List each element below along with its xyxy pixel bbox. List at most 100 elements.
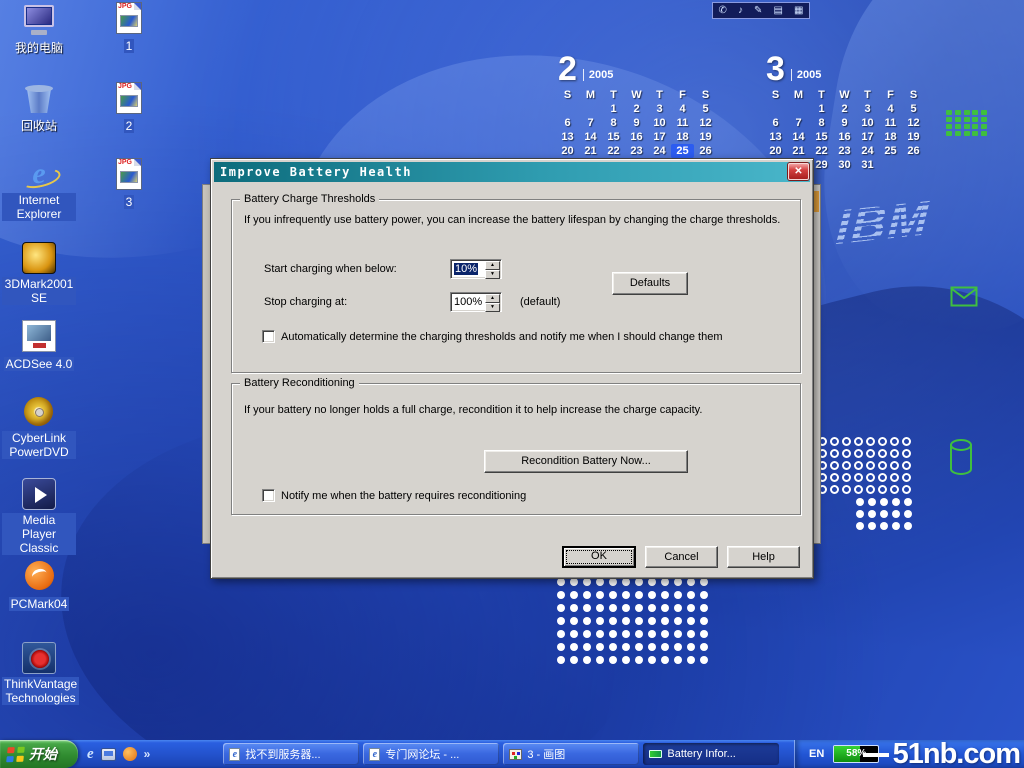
help-button[interactable]: Help xyxy=(727,546,800,568)
taskbar-task-battery-information[interactable]: Battery Infor... xyxy=(643,743,779,765)
phone-icon[interactable]: ✆ xyxy=(719,6,727,16)
calendar-date[interactable]: 1 xyxy=(602,102,625,116)
show-desktop-icon[interactable] xyxy=(101,748,116,761)
calendar-empty-cell xyxy=(879,158,902,172)
desktop-icon-recycle-bin[interactable]: 回收站 xyxy=(2,82,76,135)
chevron-right-icon[interactable]: » xyxy=(144,747,151,761)
auto-determine-checkbox[interactable] xyxy=(262,330,275,343)
calendar-date[interactable]: 20 xyxy=(556,144,579,158)
taskbar-task-forum[interactable]: 专门网论坛 - ... xyxy=(363,743,499,765)
calendar-date[interactable]: 25 xyxy=(671,144,694,158)
calendar-date[interactable]: 15 xyxy=(810,130,833,144)
close-icon[interactable]: ✕ xyxy=(788,163,809,180)
file-type-badge: JPG xyxy=(118,83,132,90)
calendar-date[interactable]: 13 xyxy=(764,130,787,144)
calendar-date[interactable]: 24 xyxy=(856,144,879,158)
calendar-date[interactable]: 11 xyxy=(671,116,694,130)
calendar-date[interactable]: 19 xyxy=(902,130,925,144)
calendar-date[interactable]: 6 xyxy=(556,116,579,130)
calendar-date[interactable]: 30 xyxy=(833,158,856,172)
calendar-date[interactable]: 24 xyxy=(648,144,671,158)
language-indicator[interactable]: EN xyxy=(809,748,824,760)
speaker-icon[interactable]: ♪ xyxy=(738,6,743,16)
desktop-file-3[interactable]: JPG 3 xyxy=(92,158,166,211)
ok-button[interactable]: OK xyxy=(562,546,636,568)
calendar-date[interactable]: 10 xyxy=(856,116,879,130)
calendar-date[interactable]: 8 xyxy=(602,116,625,130)
desktop-icon-pcmark04[interactable]: PCMark04 xyxy=(2,560,76,613)
calendar-date[interactable]: 14 xyxy=(579,130,602,144)
start-threshold-value: 10% xyxy=(454,263,478,275)
calendar-date[interactable]: 7 xyxy=(579,116,602,130)
calendar-date[interactable]: 9 xyxy=(625,116,648,130)
calendar-date[interactable]: 5 xyxy=(902,102,925,116)
desktop-icon-media-player-classic[interactable]: Media Player Classic xyxy=(2,478,76,557)
start-threshold-spinner[interactable]: 10% ▲ ▼ xyxy=(450,259,502,279)
calendar-date[interactable]: 1 xyxy=(810,102,833,116)
calendar-date[interactable]: 9 xyxy=(833,116,856,130)
calendar-date[interactable]: 19 xyxy=(694,130,717,144)
calendar-date[interactable]: 16 xyxy=(833,130,856,144)
calendar-date[interactable]: 4 xyxy=(879,102,902,116)
calendar-date[interactable]: 7 xyxy=(787,116,810,130)
calendar-date[interactable]: 26 xyxy=(902,144,925,158)
calendar-date[interactable]: 23 xyxy=(625,144,648,158)
calendar-date[interactable]: 4 xyxy=(671,102,694,116)
calendar-date[interactable]: 3 xyxy=(648,102,671,116)
calendar-date[interactable]: 22 xyxy=(602,144,625,158)
calendar-date[interactable]: 3 xyxy=(856,102,879,116)
spin-down-icon[interactable]: ▼ xyxy=(485,270,500,279)
pen-icon[interactable]: ✎ xyxy=(754,6,762,16)
calendar-date[interactable]: 20 xyxy=(764,144,787,158)
desktop-icon-my-computer[interactable]: 我的电脑 xyxy=(2,4,76,57)
calendar-date[interactable]: 2 xyxy=(833,102,856,116)
calendar-date[interactable]: 26 xyxy=(694,144,717,158)
calendar-date[interactable]: 5 xyxy=(694,102,717,116)
calendar-date[interactable]: 25 xyxy=(879,144,902,158)
notify-reconditioning-checkbox[interactable] xyxy=(262,489,275,502)
calendar-date[interactable]: 11 xyxy=(879,116,902,130)
quicklaunch-media-icon[interactable] xyxy=(123,747,137,761)
calendar-date[interactable]: 8 xyxy=(810,116,833,130)
calendar-date[interactable]: 21 xyxy=(579,144,602,158)
calendar-date[interactable]: 10 xyxy=(648,116,671,130)
desktop-icon-thinkvantage[interactable]: ThinkVantage Technologies xyxy=(2,642,76,707)
calendar-date[interactable]: 21 xyxy=(787,144,810,158)
dialog-titlebar[interactable]: Improve Battery Health xyxy=(214,162,810,182)
calendar-date[interactable]: 17 xyxy=(648,130,671,144)
calendar-date[interactable]: 13 xyxy=(556,130,579,144)
calendar-date[interactable]: 14 xyxy=(787,130,810,144)
calendar-date[interactable]: 17 xyxy=(856,130,879,144)
start-button[interactable]: 开始 xyxy=(0,740,78,768)
desktop-icon-3dmark2001[interactable]: 3DMark2001 SE xyxy=(2,242,76,307)
desktop-icon-powerdvd[interactable]: CyberLink PowerDVD xyxy=(2,396,76,461)
calendar-date[interactable]: 23 xyxy=(833,144,856,158)
calendar-date[interactable]: 22 xyxy=(810,144,833,158)
calendar-date[interactable]: 18 xyxy=(879,130,902,144)
calendar-empty-cell xyxy=(902,158,925,172)
defaults-button[interactable]: Defaults xyxy=(612,272,688,295)
desktop-file-2[interactable]: JPG 2 xyxy=(92,82,166,135)
taskbar-task-server-not-found[interactable]: 找不到服务器... xyxy=(223,743,359,765)
calendar-date[interactable]: 2 xyxy=(625,102,648,116)
calendar-date[interactable]: 18 xyxy=(671,130,694,144)
calendar-date[interactable]: 16 xyxy=(625,130,648,144)
spin-up-icon[interactable]: ▲ xyxy=(485,294,500,303)
spin-down-icon[interactable]: ▼ xyxy=(485,303,500,312)
desktop-file-1[interactable]: JPG 1 xyxy=(92,2,166,55)
calendar-date[interactable]: 31 xyxy=(856,158,879,172)
recondition-battery-button[interactable]: Recondition Battery Now... xyxy=(484,450,688,473)
desktop-icon-acdsee[interactable]: ACDSee 4.0 xyxy=(2,320,76,373)
stop-threshold-spinner[interactable]: 100% ▲ ▼ xyxy=(450,292,502,312)
calendar-date[interactable]: 15 xyxy=(602,130,625,144)
calendar-date[interactable]: 12 xyxy=(902,116,925,130)
cancel-button[interactable]: Cancel xyxy=(645,546,718,568)
spin-up-icon[interactable]: ▲ xyxy=(485,261,500,270)
quicklaunch-ie-icon[interactable] xyxy=(87,746,94,763)
display-icon[interactable]: ▤ xyxy=(774,6,783,16)
desktop-icon-internet-explorer[interactable]: Internet Explorer xyxy=(2,158,76,223)
notes-icon[interactable]: ▦ xyxy=(794,6,803,16)
taskbar-task-paint[interactable]: 3 - 画图 xyxy=(503,743,639,765)
calendar-date[interactable]: 12 xyxy=(694,116,717,130)
calendar-date[interactable]: 6 xyxy=(764,116,787,130)
